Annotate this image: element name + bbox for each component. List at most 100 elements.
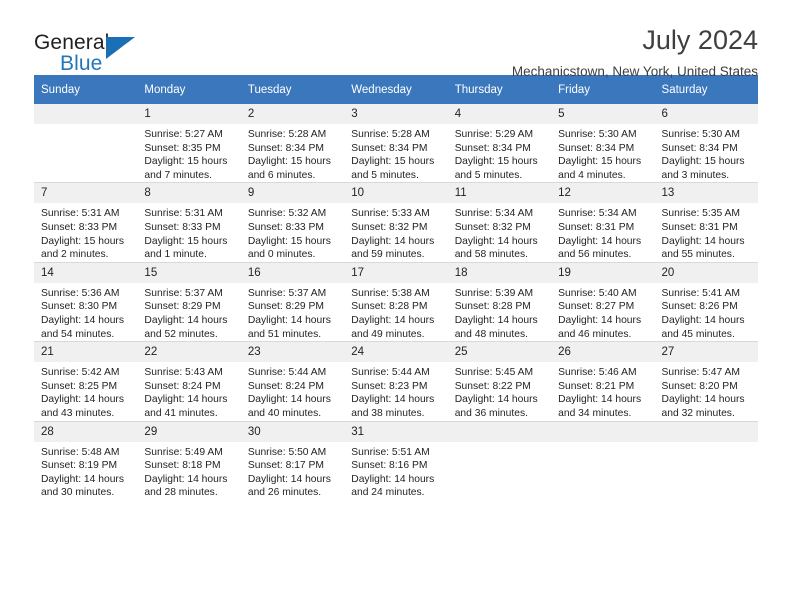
sunrise-text: Sunrise: 5:38 AM (351, 287, 430, 299)
calendar-day-cell[interactable]: 27 Sunrise: 5:47 AM Sunset: 8:20 PM Dayligh… (654, 341, 758, 421)
calendar-day-cell[interactable]: 12 Sunrise: 5:34 AM Sunset: 8:31 PM Dayligh… (551, 182, 655, 263)
day-number: 22 (137, 342, 241, 363)
calendar-day-cell[interactable]: 31 Sunrise: 5:51 AM Sunset: 8:16 PM Dayligh… (344, 420, 448, 500)
sunrise-text: Sunrise: 5:35 AM (661, 208, 740, 220)
calendar-day-cell[interactable]: 7 Sunrise: 5:31 AM Sunset: 8:33 PM Daylight… (34, 182, 138, 263)
daylight-text-line2: and 54 minutes. (41, 328, 115, 340)
day-number: 1 (137, 104, 241, 124)
calendar-day-cell[interactable]: 21 Sunrise: 5:42 AM Sunset: 8:25 PM Dayligh… (34, 341, 138, 421)
daylight-text-line2: and 24 minutes. (351, 487, 425, 499)
sunrise-text: Sunrise: 5:29 AM (454, 129, 534, 140)
daylight-text-line2: and 38 minutes. (351, 407, 425, 419)
sunset-text: Sunset: 8:28 PM (454, 301, 531, 313)
title-block: July 2024 Mechanicstown, New York, Unite… (512, 26, 758, 80)
calendar-day-cell[interactable]: 20 Sunrise: 5:41 AM Sunset: 8:26 PM Dayligh… (654, 261, 758, 342)
sunset-text: Sunset: 8:23 PM (351, 380, 428, 392)
calendar-day-cell[interactable]: 19 Sunrise: 5:40 AM Sunset: 8:27 PM Dayligh… (551, 261, 655, 342)
day-details: Sunrise: 5:32 AM Sunset: 8:33 PM Daylight:… (241, 203, 344, 261)
sunrise-text: Sunrise: 5:28 AM (351, 129, 430, 140)
daylight-text-line2: and 58 minutes. (454, 249, 528, 261)
calendar-day-cell[interactable]: 17 Sunrise: 5:38 AM Sunset: 8:28 PM Dayligh… (344, 261, 448, 342)
daylight-text-line2: and 30 minutes. (41, 487, 115, 499)
day-number: 3 (344, 104, 448, 124)
sunrise-text: Sunrise: 5:42 AM (41, 367, 120, 379)
daylight-text-line1: Daylight: 15 hours (247, 235, 331, 247)
calendar-day-cell[interactable]: 11 Sunrise: 5:34 AM Sunset: 8:32 PM Dayligh… (447, 182, 552, 263)
sunrise-text: Sunrise: 5:43 AM (144, 367, 223, 379)
daylight-text-line1: Daylight: 14 hours (558, 314, 642, 326)
sunrise-text: Sunrise: 5:31 AM (41, 208, 120, 220)
page-subtitle: Mechanicstown, New York, United States (511, 64, 758, 80)
calendar-day-cell[interactable]: 10 Sunrise: 5:33 AM Sunset: 8:32 PM Dayligh… (344, 182, 448, 263)
calendar-day-cell[interactable]: 29 Sunrise: 5:49 AM Sunset: 8:18 PM Dayligh… (137, 420, 241, 500)
day-number: 12 (551, 183, 655, 204)
calendar-day-cell-empty (34, 104, 138, 183)
sunset-text: Sunset: 8:27 PM (558, 301, 635, 313)
calendar-day-cell[interactable]: 22 Sunrise: 5:43 AM Sunset: 8:24 PM Dayligh… (137, 341, 241, 421)
calendar-day-cell-empty (654, 420, 758, 500)
day-details: Sunrise: 5:36 AM Sunset: 8:30 PM Daylight:… (34, 283, 137, 341)
day-details: Sunrise: 5:51 AM Sunset: 8:16 PM Daylight:… (344, 442, 447, 500)
day-details: Sunrise: 5:30 AM Sunset: 8:34 PM Daylight:… (655, 124, 758, 182)
daylight-text-line2: and 34 minutes. (558, 407, 632, 419)
weekday-header-wednesday: Wednesday (344, 75, 448, 104)
sunset-text: Sunset: 8:21 PM (558, 380, 635, 392)
day-number: 2 (240, 104, 345, 124)
sunrise-text: Sunrise: 5:47 AM (661, 367, 740, 379)
daylight-text-line1: Daylight: 14 hours (661, 314, 745, 326)
calendar-day-cell[interactable]: 3 Sunrise: 5:28 AM Sunset: 8:34 PM Daylight… (344, 104, 448, 183)
calendar-day-cell[interactable]: 23 Sunrise: 5:44 AM Sunset: 8:24 PM Dayligh… (240, 341, 345, 421)
daylight-text-line2: and 56 minutes. (558, 249, 632, 261)
daylight-text-line1: Daylight: 14 hours (351, 394, 435, 406)
calendar-day-cell[interactable]: 8 Sunrise: 5:31 AM Sunset: 8:33 PM Daylight… (137, 182, 241, 263)
sunset-text: Sunset: 8:24 PM (247, 380, 324, 392)
daylight-text-line2: and 3 minutes. (661, 169, 730, 181)
calendar-day-cell-empty (551, 420, 655, 500)
calendar-day-cell[interactable]: 24 Sunrise: 5:44 AM Sunset: 8:23 PM Dayligh… (344, 341, 448, 421)
weekday-header-monday: Monday (137, 75, 241, 104)
calendar-day-cell[interactable]: 18 Sunrise: 5:39 AM Sunset: 8:28 PM Dayligh… (447, 261, 552, 342)
day-number: 18 (447, 262, 552, 283)
sunset-text: Sunset: 8:34 PM (558, 142, 635, 154)
calendar-week-row: 1 Sunrise: 5:27 AM Sunset: 8:35 PM Daylight… (34, 104, 758, 183)
sunrise-text: Sunrise: 5:44 AM (247, 367, 327, 379)
sunrise-text: Sunrise: 5:45 AM (454, 367, 534, 379)
day-details: Sunrise: 5:29 AM Sunset: 8:34 PM Daylight:… (448, 124, 551, 182)
day-number: 13 (654, 183, 758, 204)
daylight-text-line2: and 45 minutes. (661, 328, 735, 340)
calendar-day-cell[interactable]: 16 Sunrise: 5:37 AM Sunset: 8:29 PM Dayligh… (240, 261, 345, 342)
day-details: Sunrise: 5:47 AM Sunset: 8:20 PM Daylight:… (655, 362, 758, 420)
calendar-day-cell[interactable]: 9 Sunrise: 5:32 AM Sunset: 8:33 PM Daylight… (240, 182, 345, 263)
calendar-day-cell[interactable]: 30 Sunrise: 5:50 AM Sunset: 8:17 PM Dayligh… (240, 420, 345, 500)
sunset-text: Sunset: 8:33 PM (247, 221, 324, 233)
calendar-day-cell[interactable]: 2 Sunrise: 5:28 AM Sunset: 8:34 PM Daylight… (240, 104, 345, 183)
sunset-text: Sunset: 8:33 PM (41, 221, 118, 233)
sunrise-text: Sunrise: 5:34 AM (558, 208, 637, 220)
day-details: Sunrise: 5:27 AM Sunset: 8:35 PM Daylight:… (137, 124, 240, 182)
calendar-day-cell[interactable]: 6 Sunrise: 5:30 AM Sunset: 8:34 PM Daylight… (654, 104, 758, 183)
sunrise-text: Sunrise: 5:32 AM (247, 208, 327, 220)
calendar-day-cell[interactable]: 28 Sunrise: 5:48 AM Sunset: 8:19 PM Dayligh… (34, 420, 138, 500)
day-details: Sunrise: 5:39 AM Sunset: 8:28 PM Daylight:… (448, 283, 551, 341)
calendar-day-cell[interactable]: 15 Sunrise: 5:37 AM Sunset: 8:29 PM Dayligh… (137, 261, 241, 342)
daylight-text-line1: Daylight: 14 hours (247, 314, 331, 326)
daylight-text-line2: and 7 minutes. (144, 169, 212, 181)
brand-logo[interactable]: General Blue (34, 26, 184, 78)
calendar-day-cell[interactable]: 1 Sunrise: 5:27 AM Sunset: 8:35 PM Daylight… (137, 104, 241, 183)
day-number: 25 (447, 342, 552, 363)
calendar-day-cell[interactable]: 5 Sunrise: 5:30 AM Sunset: 8:34 PM Daylight… (551, 104, 655, 183)
daylight-text-line2: and 43 minutes. (41, 407, 115, 419)
calendar-day-cell[interactable]: 26 Sunrise: 5:46 AM Sunset: 8:21 PM Dayligh… (551, 341, 655, 421)
sunset-text: Sunset: 8:34 PM (661, 142, 738, 154)
calendar-day-cell[interactable]: 14 Sunrise: 5:36 AM Sunset: 8:30 PM Dayligh… (34, 261, 138, 342)
triangle-flag-icon (106, 37, 135, 59)
daylight-text-line1: Daylight: 14 hours (144, 473, 228, 485)
calendar-day-cell[interactable]: 25 Sunrise: 5:45 AM Sunset: 8:22 PM Dayligh… (447, 341, 552, 421)
sunrise-text: Sunrise: 5:37 AM (247, 287, 327, 299)
day-number: 31 (344, 421, 448, 442)
calendar-day-cell[interactable]: 13 Sunrise: 5:35 AM Sunset: 8:31 PM Dayligh… (654, 182, 758, 263)
day-details: Sunrise: 5:28 AM Sunset: 8:34 PM Daylight:… (344, 124, 447, 182)
calendar-day-cell[interactable]: 4 Sunrise: 5:29 AM Sunset: 8:34 PM Daylight… (447, 104, 552, 183)
page-header: General Blue July 2024 Mechanicstown, Ne… (34, 0, 758, 80)
day-number: 19 (551, 262, 655, 283)
